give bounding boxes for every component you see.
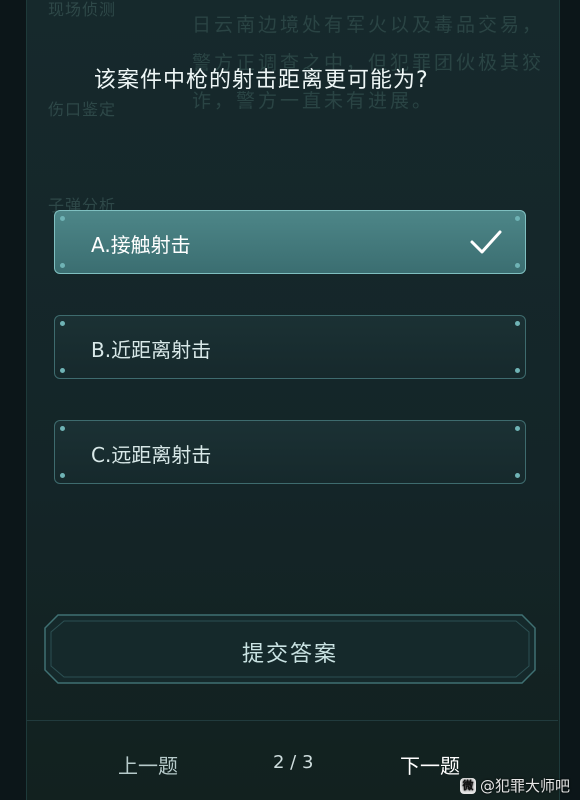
submit-label: 提交答案 xyxy=(241,642,338,667)
corner-dot xyxy=(60,473,65,478)
corner-dot xyxy=(515,426,520,431)
bg-sidebar-item: 现场侦测 xyxy=(48,0,117,19)
corner-dot xyxy=(60,321,65,326)
corner-dot xyxy=(60,216,65,221)
option-c[interactable]: C.远距离射击 xyxy=(54,420,526,484)
submit-button[interactable]: 提交答案 xyxy=(44,614,536,684)
footer-divider xyxy=(26,720,558,721)
corner-dot xyxy=(60,426,65,431)
corner-dot xyxy=(515,321,520,326)
watermark: 微 @犯罪大师吧 xyxy=(459,775,570,796)
bg-sidebar-item: 伤口鉴定 xyxy=(48,100,117,119)
corner-dot xyxy=(60,263,65,268)
corner-dot xyxy=(515,216,520,221)
option-a[interactable]: A.接触射击 xyxy=(54,210,526,274)
option-label: A.接触射击 xyxy=(91,233,191,257)
question-text: 该案件中枪的射击距离更可能为? xyxy=(94,68,429,93)
quiz-screen: 现场侦测 伤口鉴定 子弹分析 日云南边境处有军火以及毒品交易，警方正调查之中，但… xyxy=(0,0,580,800)
option-b[interactable]: B.近距离射击 xyxy=(54,315,526,379)
page-indicator: 2 / 3 xyxy=(273,752,314,773)
corner-dot xyxy=(515,263,520,268)
watermark-text: @犯罪大师吧 xyxy=(479,777,570,795)
prev-question-button[interactable]: 上一题 xyxy=(118,750,178,779)
weibo-icon: 微 xyxy=(459,777,476,794)
corner-dot xyxy=(515,473,520,478)
option-label: B.近距离射击 xyxy=(91,338,212,362)
option-label: C.远距离射击 xyxy=(91,443,212,467)
next-question-button[interactable]: 下一题 xyxy=(400,750,460,779)
check-icon xyxy=(470,230,502,254)
corner-dot xyxy=(515,368,520,373)
corner-dot xyxy=(60,368,65,373)
